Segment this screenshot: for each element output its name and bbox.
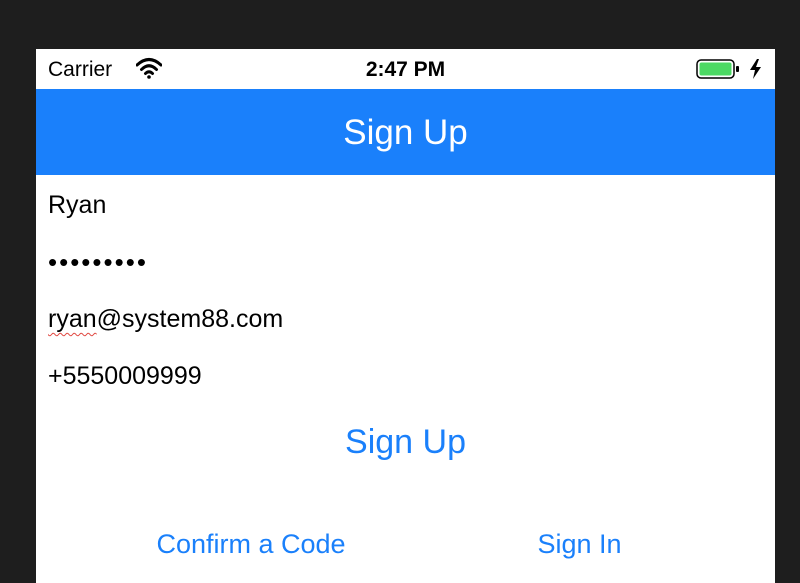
email-username-part: ryan — [48, 305, 97, 333]
page-title: Sign Up — [343, 113, 468, 152]
confirm-code-button[interactable]: Confirm a Code — [96, 525, 406, 563]
username-field[interactable]: Ryan — [48, 187, 763, 223]
email-field[interactable]: ryan@system88.com — [48, 301, 763, 337]
password-field[interactable]: ••••••••• — [48, 244, 763, 280]
sign-up-button[interactable]: Sign Up — [36, 419, 775, 465]
battery-icon — [696, 59, 739, 79]
charging-bolt-icon — [750, 59, 761, 79]
nav-bar: Sign Up — [36, 89, 775, 175]
phone-field[interactable]: +5550009999 — [48, 358, 763, 394]
app-screen: Carrier 2:47 PM Sign Up Ryan ••••••••• r… — [36, 49, 775, 583]
email-domain-part: @system88.com — [96, 305, 284, 333]
sign-in-button[interactable]: Sign In — [476, 525, 683, 563]
status-bar: Carrier 2:47 PM — [36, 49, 775, 89]
status-time: 2:47 PM — [365, 58, 446, 81]
